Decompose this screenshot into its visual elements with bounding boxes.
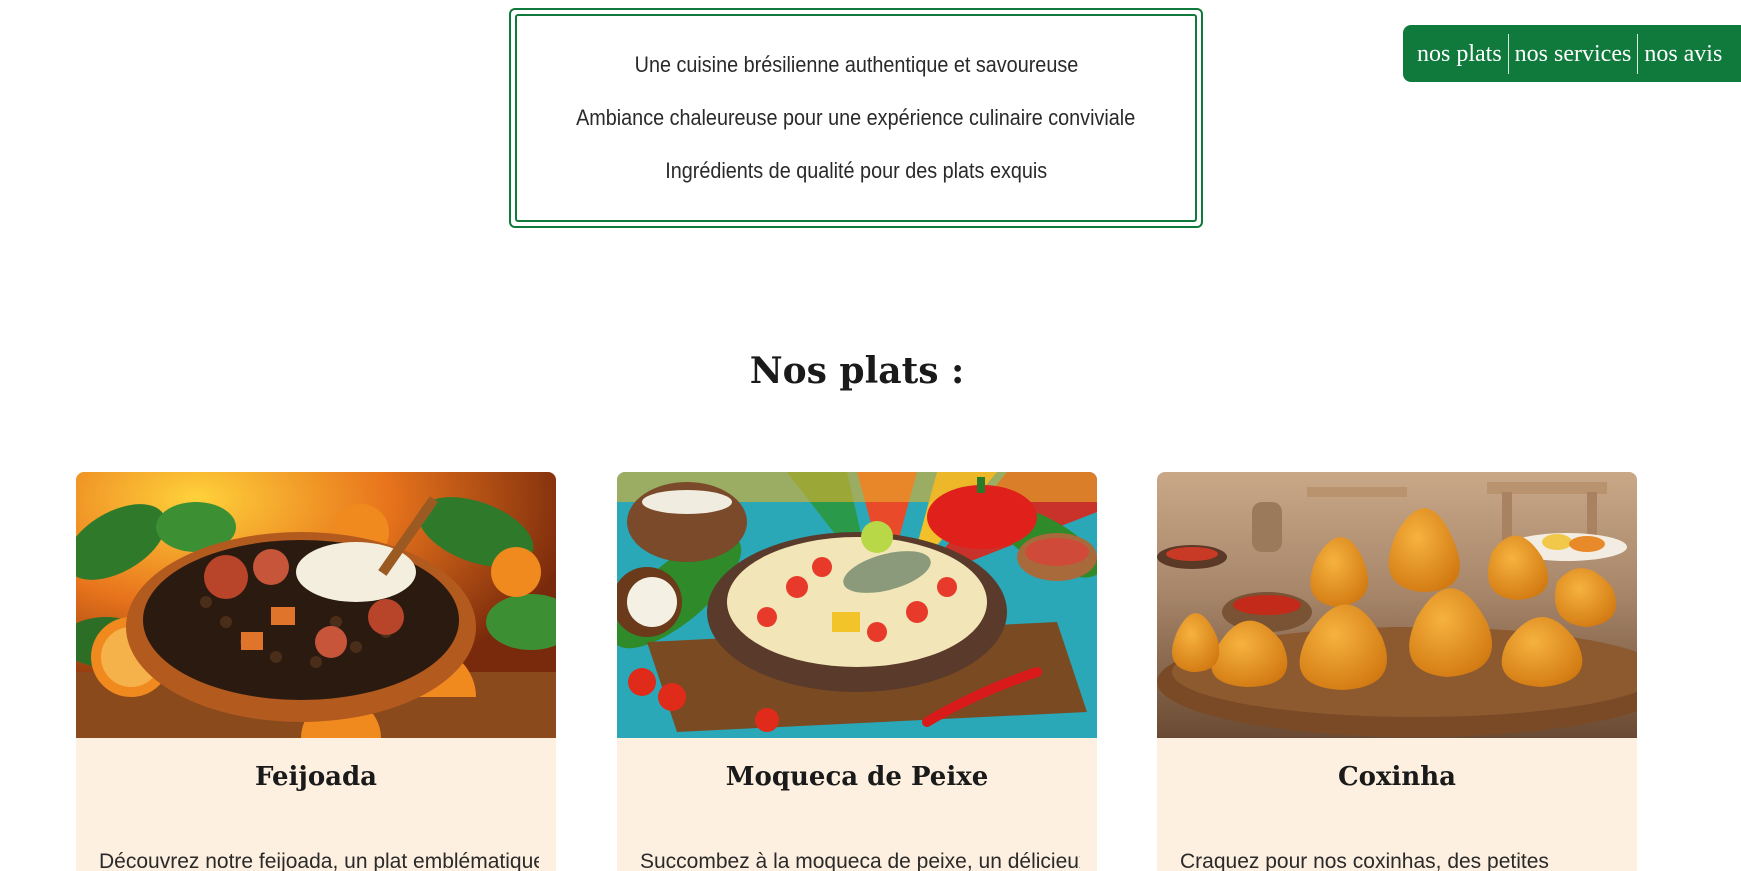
dish-title: Coxinha xyxy=(1337,762,1457,792)
features-box: Une cuisine brésilienne authentique et s… xyxy=(509,8,1203,228)
dish-card-moqueca-de-peixe[interactable]: Moqueca de Peixe Succombez à la moqueca … xyxy=(617,472,1097,871)
main-nav: nos plats nos services nos avis xyxy=(1403,25,1741,82)
dish-card-feijoada[interactable]: Feijoada Découvrez notre feijoada, un pl… xyxy=(76,472,556,871)
dish-title: Moqueca de Peixe xyxy=(725,762,989,792)
feature-line: Ambiance chaleureuse pour une expérience… xyxy=(576,105,1136,130)
page: nos plats nos services nos avis Une cuis… xyxy=(0,0,1741,871)
dish-image-moqueca-de-peixe xyxy=(617,472,1097,738)
nav-item-nos-avis[interactable]: nos avis xyxy=(1638,33,1728,75)
dish-description: Découvrez notre feijoada, un plat emblém… xyxy=(99,850,539,871)
dish-description: Succombez à la moqueca de peixe, un déli… xyxy=(640,850,1080,871)
section-title: Nos plats : xyxy=(749,350,965,392)
nav-item-nos-plats[interactable]: nos plats xyxy=(1411,33,1508,75)
dish-image-coxinha xyxy=(1157,472,1637,738)
features-inner: Une cuisine brésilienne authentique et s… xyxy=(515,14,1197,222)
dish-card-coxinha[interactable]: Coxinha Craquez pour nos coxinhas, des p… xyxy=(1157,472,1637,871)
nav-item-nos-services[interactable]: nos services xyxy=(1509,33,1638,75)
feature-line: Ingrédients de qualité pour des plats ex… xyxy=(665,158,1047,183)
dish-description: Craquez pour nos coxinhas, des petites xyxy=(1180,850,1549,871)
dish-image-feijoada xyxy=(76,472,556,738)
dish-title: Feijoada xyxy=(254,762,378,792)
feature-line: Une cuisine brésilienne authentique et s… xyxy=(634,52,1078,77)
